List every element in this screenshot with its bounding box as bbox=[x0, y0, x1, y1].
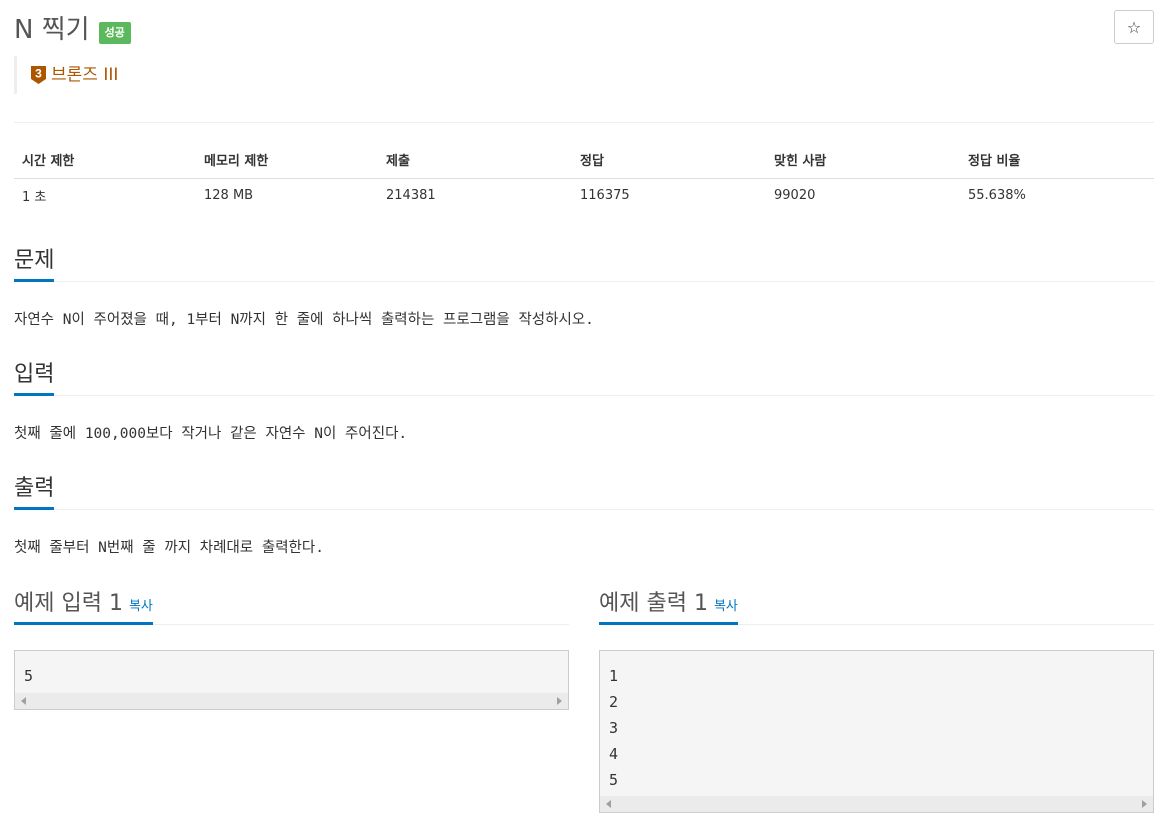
input-section: 입력 첫째 줄에 100,000보다 작거나 같은 자연수 N이 주어진다. bbox=[14, 358, 1154, 444]
header-solvers: 맞힌 사람 bbox=[766, 142, 960, 179]
title-row: N 찍기 성공 bbox=[14, 10, 131, 50]
value-submissions: 214381 bbox=[386, 188, 436, 204]
header-memory-limit: 메모리 제한 bbox=[196, 142, 378, 179]
problem-description: 자연수 N이 주어졌을 때, 1부터 N까지 한 줄에 하나씩 출력하는 프로그… bbox=[14, 312, 594, 328]
scroll-right-icon[interactable] bbox=[557, 697, 562, 705]
value-accepted: 116375 bbox=[580, 188, 630, 204]
header-accepted: 정답 bbox=[572, 142, 766, 179]
sample-input-lines: 5 bbox=[15, 651, 568, 693]
sample-output-heading: 예제 출력 1 복사 bbox=[599, 587, 1154, 625]
divider bbox=[14, 122, 1154, 123]
header-time-limit: 시간 제한 bbox=[14, 142, 196, 179]
sample-output-line: 5 bbox=[609, 771, 619, 789]
header-submissions: 제출 bbox=[378, 142, 572, 179]
sample-output-title-wrap: 예제 출력 1 복사 bbox=[599, 587, 738, 625]
star-button[interactable]: ☆ bbox=[1114, 10, 1154, 44]
sample-output-line: 1 bbox=[609, 667, 619, 685]
value-accept-ratio: 55.638% bbox=[968, 188, 1026, 204]
input-description: 첫째 줄에 100,000보다 작거나 같은 자연수 N이 주어진다. bbox=[14, 426, 408, 442]
sample-input-title-wrap: 예제 입력 1 복사 bbox=[14, 587, 153, 625]
sample-output-line: 4 bbox=[609, 745, 619, 763]
sample-output-line: 2 bbox=[609, 693, 619, 711]
tier-level: 3 bbox=[35, 67, 42, 81]
sample-input-section: 예제 입력 1 복사 5 bbox=[14, 587, 569, 710]
input-section-title: 입력 bbox=[14, 358, 55, 396]
sample-input-box[interactable]: 5 bbox=[14, 650, 569, 710]
sample-input-title: 예제 입력 1 bbox=[14, 591, 123, 616]
tier-label: 브론즈 III bbox=[51, 65, 119, 85]
sample-output-lines: 1 2 3 4 5 bbox=[600, 651, 1153, 797]
value-memory-limit: 128 MB bbox=[204, 188, 254, 204]
copy-sample-output-button[interactable]: 복사 bbox=[714, 599, 738, 614]
problem-section-title: 문제 bbox=[14, 244, 55, 282]
problem-info-table: 시간 제한 메모리 제한 제출 정답 맞힌 사람 정답 비율 1 초 128 M… bbox=[14, 142, 1154, 213]
star-icon: ☆ bbox=[1126, 17, 1142, 37]
scroll-left-icon[interactable] bbox=[606, 800, 611, 808]
tier-badge[interactable]: 3 브론즈 III bbox=[14, 56, 118, 94]
output-description: 첫째 줄부터 N번째 줄 까지 차례대로 출력한다. bbox=[14, 540, 324, 556]
bronze-tier-icon: 3 bbox=[30, 65, 47, 85]
value-time-limit: 1 초 bbox=[22, 190, 47, 206]
horizontal-scrollbar[interactable] bbox=[15, 693, 568, 709]
problem-title: N 찍기 bbox=[14, 15, 90, 45]
sample-input-line: 5 bbox=[24, 667, 34, 685]
problem-page: N 찍기 성공 ☆ 3 브론즈 III 시간 제한 메모리 제한 제출 정답 맞… bbox=[14, 0, 1154, 825]
sample-output-title: 예제 출력 1 bbox=[599, 591, 708, 616]
problem-heading: 문제 bbox=[14, 244, 1154, 282]
result-badge: 성공 bbox=[98, 22, 131, 44]
info-value-row: 1 초 128 MB 214381 116375 99020 55.638% bbox=[14, 178, 1154, 213]
problem-section: 문제 자연수 N이 주어졌을 때, 1부터 N까지 한 줄에 하나씩 출력하는 … bbox=[14, 244, 1154, 330]
scroll-left-icon[interactable] bbox=[21, 697, 26, 705]
header-accept-ratio: 정답 비율 bbox=[960, 142, 1154, 179]
sample-output-section: 예제 출력 1 복사 1 2 3 4 5 bbox=[599, 587, 1154, 813]
output-section: 출력 첫째 줄부터 N번째 줄 까지 차례대로 출력한다. bbox=[14, 472, 1154, 558]
output-section-title: 출력 bbox=[14, 472, 55, 510]
info-header-row: 시간 제한 메모리 제한 제출 정답 맞힌 사람 정답 비율 bbox=[14, 142, 1154, 179]
output-heading: 출력 bbox=[14, 472, 1154, 510]
input-heading: 입력 bbox=[14, 358, 1154, 396]
sample-output-line: 3 bbox=[609, 719, 619, 737]
value-solvers: 99020 bbox=[774, 188, 816, 204]
scroll-right-icon[interactable] bbox=[1142, 800, 1147, 808]
horizontal-scrollbar[interactable] bbox=[600, 796, 1153, 812]
copy-sample-input-button[interactable]: 복사 bbox=[129, 599, 153, 614]
sample-output-box[interactable]: 1 2 3 4 5 bbox=[599, 650, 1154, 813]
sample-input-heading: 예제 입력 1 복사 bbox=[14, 587, 569, 625]
